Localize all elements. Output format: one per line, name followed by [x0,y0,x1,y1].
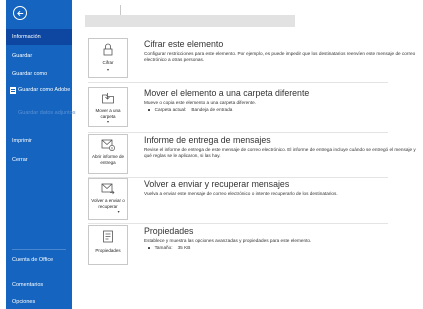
bullet-dot [148,246,150,249]
properties-button[interactable]: Propiedades [88,225,128,265]
move-current-folder: Carpeta actual: Bandeja de entrada [148,107,232,112]
nav-imprimir[interactable]: Imprimir [6,133,72,149]
backstage-sidebar: Información Guardar Guardar como Guardar… [6,0,83,309]
properties-icon [103,230,113,243]
chevron-down-icon: ▾ [106,119,110,124]
properties-button-label: Propiedades [95,248,121,253]
back-button[interactable] [13,6,27,20]
move-to-folder-button[interactable]: Mover a una carpeta ▾ [88,87,128,127]
resend-title: Volver a enviar y recuperar mensajes [144,179,290,189]
nav-guardar[interactable]: Guardar [6,48,72,64]
encrypt-title: Cifrar este elemento [144,39,224,49]
resend-recall-button[interactable]: Volver a enviar o recuperar ▾ [88,178,128,220]
encrypt-button-label: Cifrar [102,60,114,65]
size-label: Tamaño: [154,245,173,250]
nav-divider [12,249,66,250]
nav-informacion[interactable]: Información [6,29,72,45]
section-move: Mover a una carpeta ▾ Mover el elemento … [88,87,423,127]
nav-guardar-pdf-label: Guardar como Adobe PDF [18,87,83,93]
envelope-resend-icon [101,183,115,195]
properties-description: Establece y muestra las opciones avanzad… [144,238,312,243]
section-encrypt: Cifrar ▾ Cifrar este elemento Configurar… [88,38,423,78]
section-resend: Volver a enviar o recuperar ▾ Volver a e… [88,178,423,220]
resend-description: Vuelva a enviar este mensaje de correo e… [144,191,338,196]
move-to-folder-label: Mover a una carpeta [95,108,121,119]
encrypt-description: Configurar restricciones para este eleme… [144,51,416,63]
section-properties: Propiedades Propiedades Establece y mues… [88,225,423,265]
move-description: Mueve o copia este elemento a una carpet… [144,100,257,105]
nav-opciones[interactable]: Opciones [6,294,72,309]
nav-guardar-como[interactable]: Guardar como [6,66,72,82]
section-delivery-report: Abrir informe de entrega Informe de entr… [88,134,423,174]
properties-size: Tamaño: 35 KB [148,245,190,250]
lock-icon [103,43,113,56]
envelope-info-icon [101,139,115,151]
arrow-left-icon [17,10,24,17]
resend-recall-label: Volver a enviar o recuperar [91,198,125,209]
nav-guardar-pdf[interactable]: Guardar como Adobe PDF [6,83,83,105]
folder-move-icon [102,93,114,104]
nav-comentarios[interactable]: Comentarios [6,277,72,293]
chevron-down-icon: ▾ [106,67,110,72]
bullet-dot [148,108,150,111]
open-delivery-report-button[interactable]: Abrir informe de entrega [88,134,128,174]
message-subject-bar [85,15,295,27]
chevron-down-icon: ▾ [117,209,120,214]
current-folder-label: Carpeta actual: [154,107,187,112]
move-title: Mover el elemento a una carpeta diferent… [144,88,310,98]
nav-guardar-adjuntos: Guardar datos adjuntos [18,110,76,116]
section-divider [88,82,388,83]
title-divider [120,5,121,15]
delivery-report-title: Informe de entrega de mensajes [144,135,271,145]
nav-cerrar[interactable]: Cerrar [6,152,72,168]
section-divider [88,223,388,224]
pdf-icon [10,87,16,94]
current-folder-value: Bandeja de entrada [191,107,233,112]
delivery-report-description: Revise el informe de entrega de este men… [144,147,416,159]
encrypt-button[interactable]: Cifrar ▾ [88,38,128,78]
size-value: 35 KB [177,245,191,250]
properties-title: Propiedades [144,226,194,236]
nav-cuenta-office[interactable]: Cuenta de Office [6,253,72,275]
open-delivery-report-label: Abrir informe de entrega [91,154,124,165]
section-divider [88,132,388,133]
